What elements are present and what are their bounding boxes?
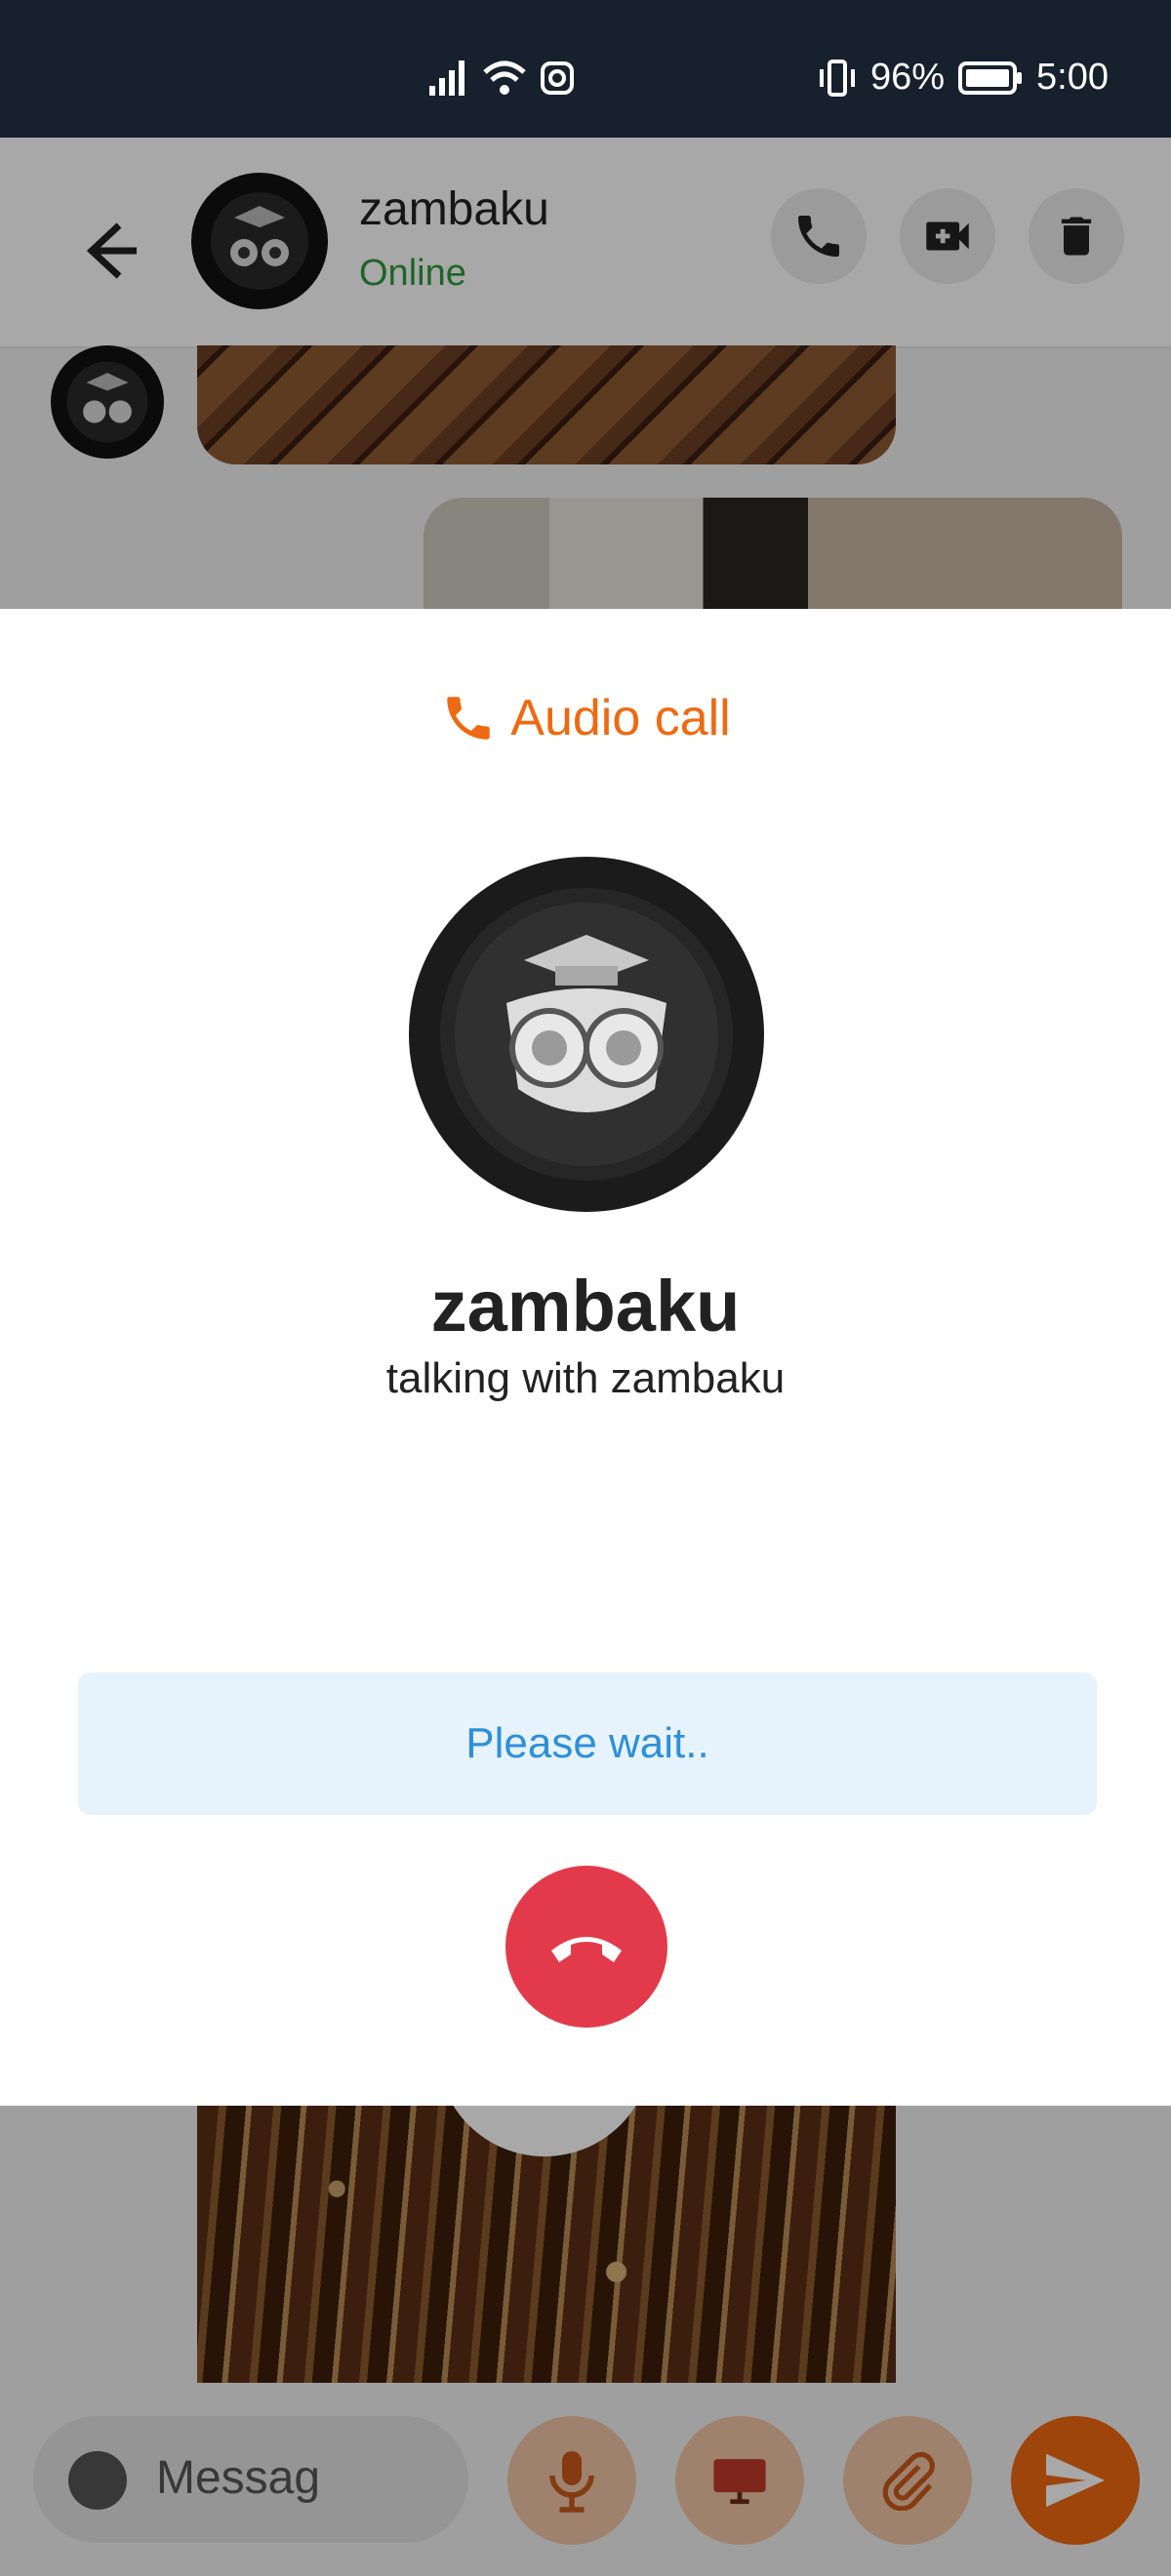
battery-icon xyxy=(958,60,1023,95)
instagram-icon xyxy=(541,61,574,95)
status-bar: 96% 5:00 xyxy=(0,0,1171,138)
callee-avatar xyxy=(409,857,764,1212)
call-type-label: Audio call xyxy=(0,689,1171,747)
battery-percent: 96% xyxy=(869,57,946,98)
wifi-icon xyxy=(483,60,526,95)
call-subtitle: talking with zambaku xyxy=(385,1354,786,1402)
wait-banner: Please wait.. xyxy=(78,1672,1097,1815)
hang-up-button[interactable] xyxy=(505,1866,667,2028)
phone-icon xyxy=(447,697,491,740)
wait-text: Please wait.. xyxy=(465,1719,709,1767)
signal-icon xyxy=(429,60,464,96)
call-type-text: Audio call xyxy=(510,690,731,746)
owl-icon xyxy=(440,888,733,1181)
callee-name: zambaku xyxy=(430,1266,741,1347)
call-dialog: Audio call zambaku talking with zambaku … xyxy=(0,609,1171,2106)
clock: 5:00 xyxy=(1036,57,1109,98)
end-call-icon xyxy=(551,1937,622,1962)
vibrate-icon xyxy=(819,59,855,97)
